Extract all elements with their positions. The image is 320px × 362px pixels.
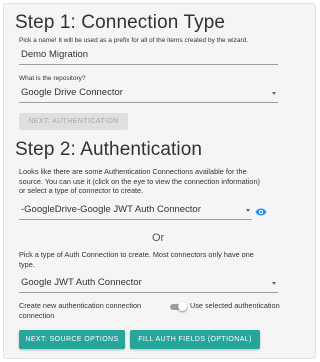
auth-intro-line3: or select a type of connector to create.	[19, 186, 144, 196]
name-field-underline	[19, 64, 278, 65]
toggle-left-label: Create new authentication connection con…	[19, 301, 153, 320]
auth-type-hint-line2: type.	[19, 259, 35, 269]
auth-intro: Looks like there are some Authentication…	[19, 167, 311, 196]
auth-intro-line2: source. You can use it (click on the eye…	[19, 176, 260, 186]
toggle-left-label-line1: Create new authentication connection	[19, 301, 142, 310]
auth-intro-line1: Looks like there are some Authentication…	[19, 167, 247, 176]
repository-select-underline	[19, 102, 278, 103]
name-field-value: Demo Migration	[21, 49, 89, 60]
existing-connection-select[interactable]: -GoogleDrive-Google JWT Auth Connector	[19, 200, 252, 220]
next-source-options-button[interactable]: NEXT: SOURCE OPTIONS	[19, 330, 125, 349]
fill-auth-fields-button[interactable]: FILL AUTH FIELDS (OPTIONAL)	[130, 330, 260, 349]
toggle-left-label-line2: connection	[19, 310, 55, 320]
wizard-panel: Step 1: Connection Type Pick a name! It …	[3, 3, 316, 359]
or-divider-label: Or	[152, 232, 165, 244]
auth-type-hint-line1: Pick a type of Auth Connection to create…	[19, 250, 254, 259]
name-hint: Pick a name! It will be used as a prefix…	[19, 37, 249, 44]
auth-mode-toggle[interactable]	[168, 302, 188, 312]
step2-title: Step 2: Authentication	[15, 139, 203, 160]
caret-down-icon	[272, 92, 276, 95]
repository-select-value: Google Drive Connector	[21, 87, 123, 98]
caret-down-icon	[246, 209, 250, 212]
auth-type-select[interactable]: Google JWT Auth Connector	[19, 273, 278, 293]
auth-type-hint: Pick a type of Auth Connection to create…	[19, 250, 311, 269]
auth-type-underline	[19, 292, 278, 293]
repository-label: What is the repository?	[19, 75, 86, 82]
toggle-right-label: Use selected authentication	[190, 301, 280, 310]
caret-down-icon	[272, 282, 276, 285]
auth-type-value: Google JWT Auth Connector	[21, 277, 142, 288]
step1-title: Step 1: Connection Type	[15, 12, 226, 33]
existing-connection-value: -GoogleDrive-Google JWT Auth Connector	[21, 204, 201, 215]
eye-icon[interactable]	[255, 204, 267, 216]
toggle-knob	[178, 302, 187, 311]
name-field[interactable]: Demo Migration	[19, 46, 278, 65]
next-authentication-button[interactable]: NEXT: AUTHENTICATION	[19, 113, 128, 130]
repository-select[interactable]: Google Drive Connector	[19, 83, 278, 103]
existing-connection-underline	[19, 219, 252, 220]
